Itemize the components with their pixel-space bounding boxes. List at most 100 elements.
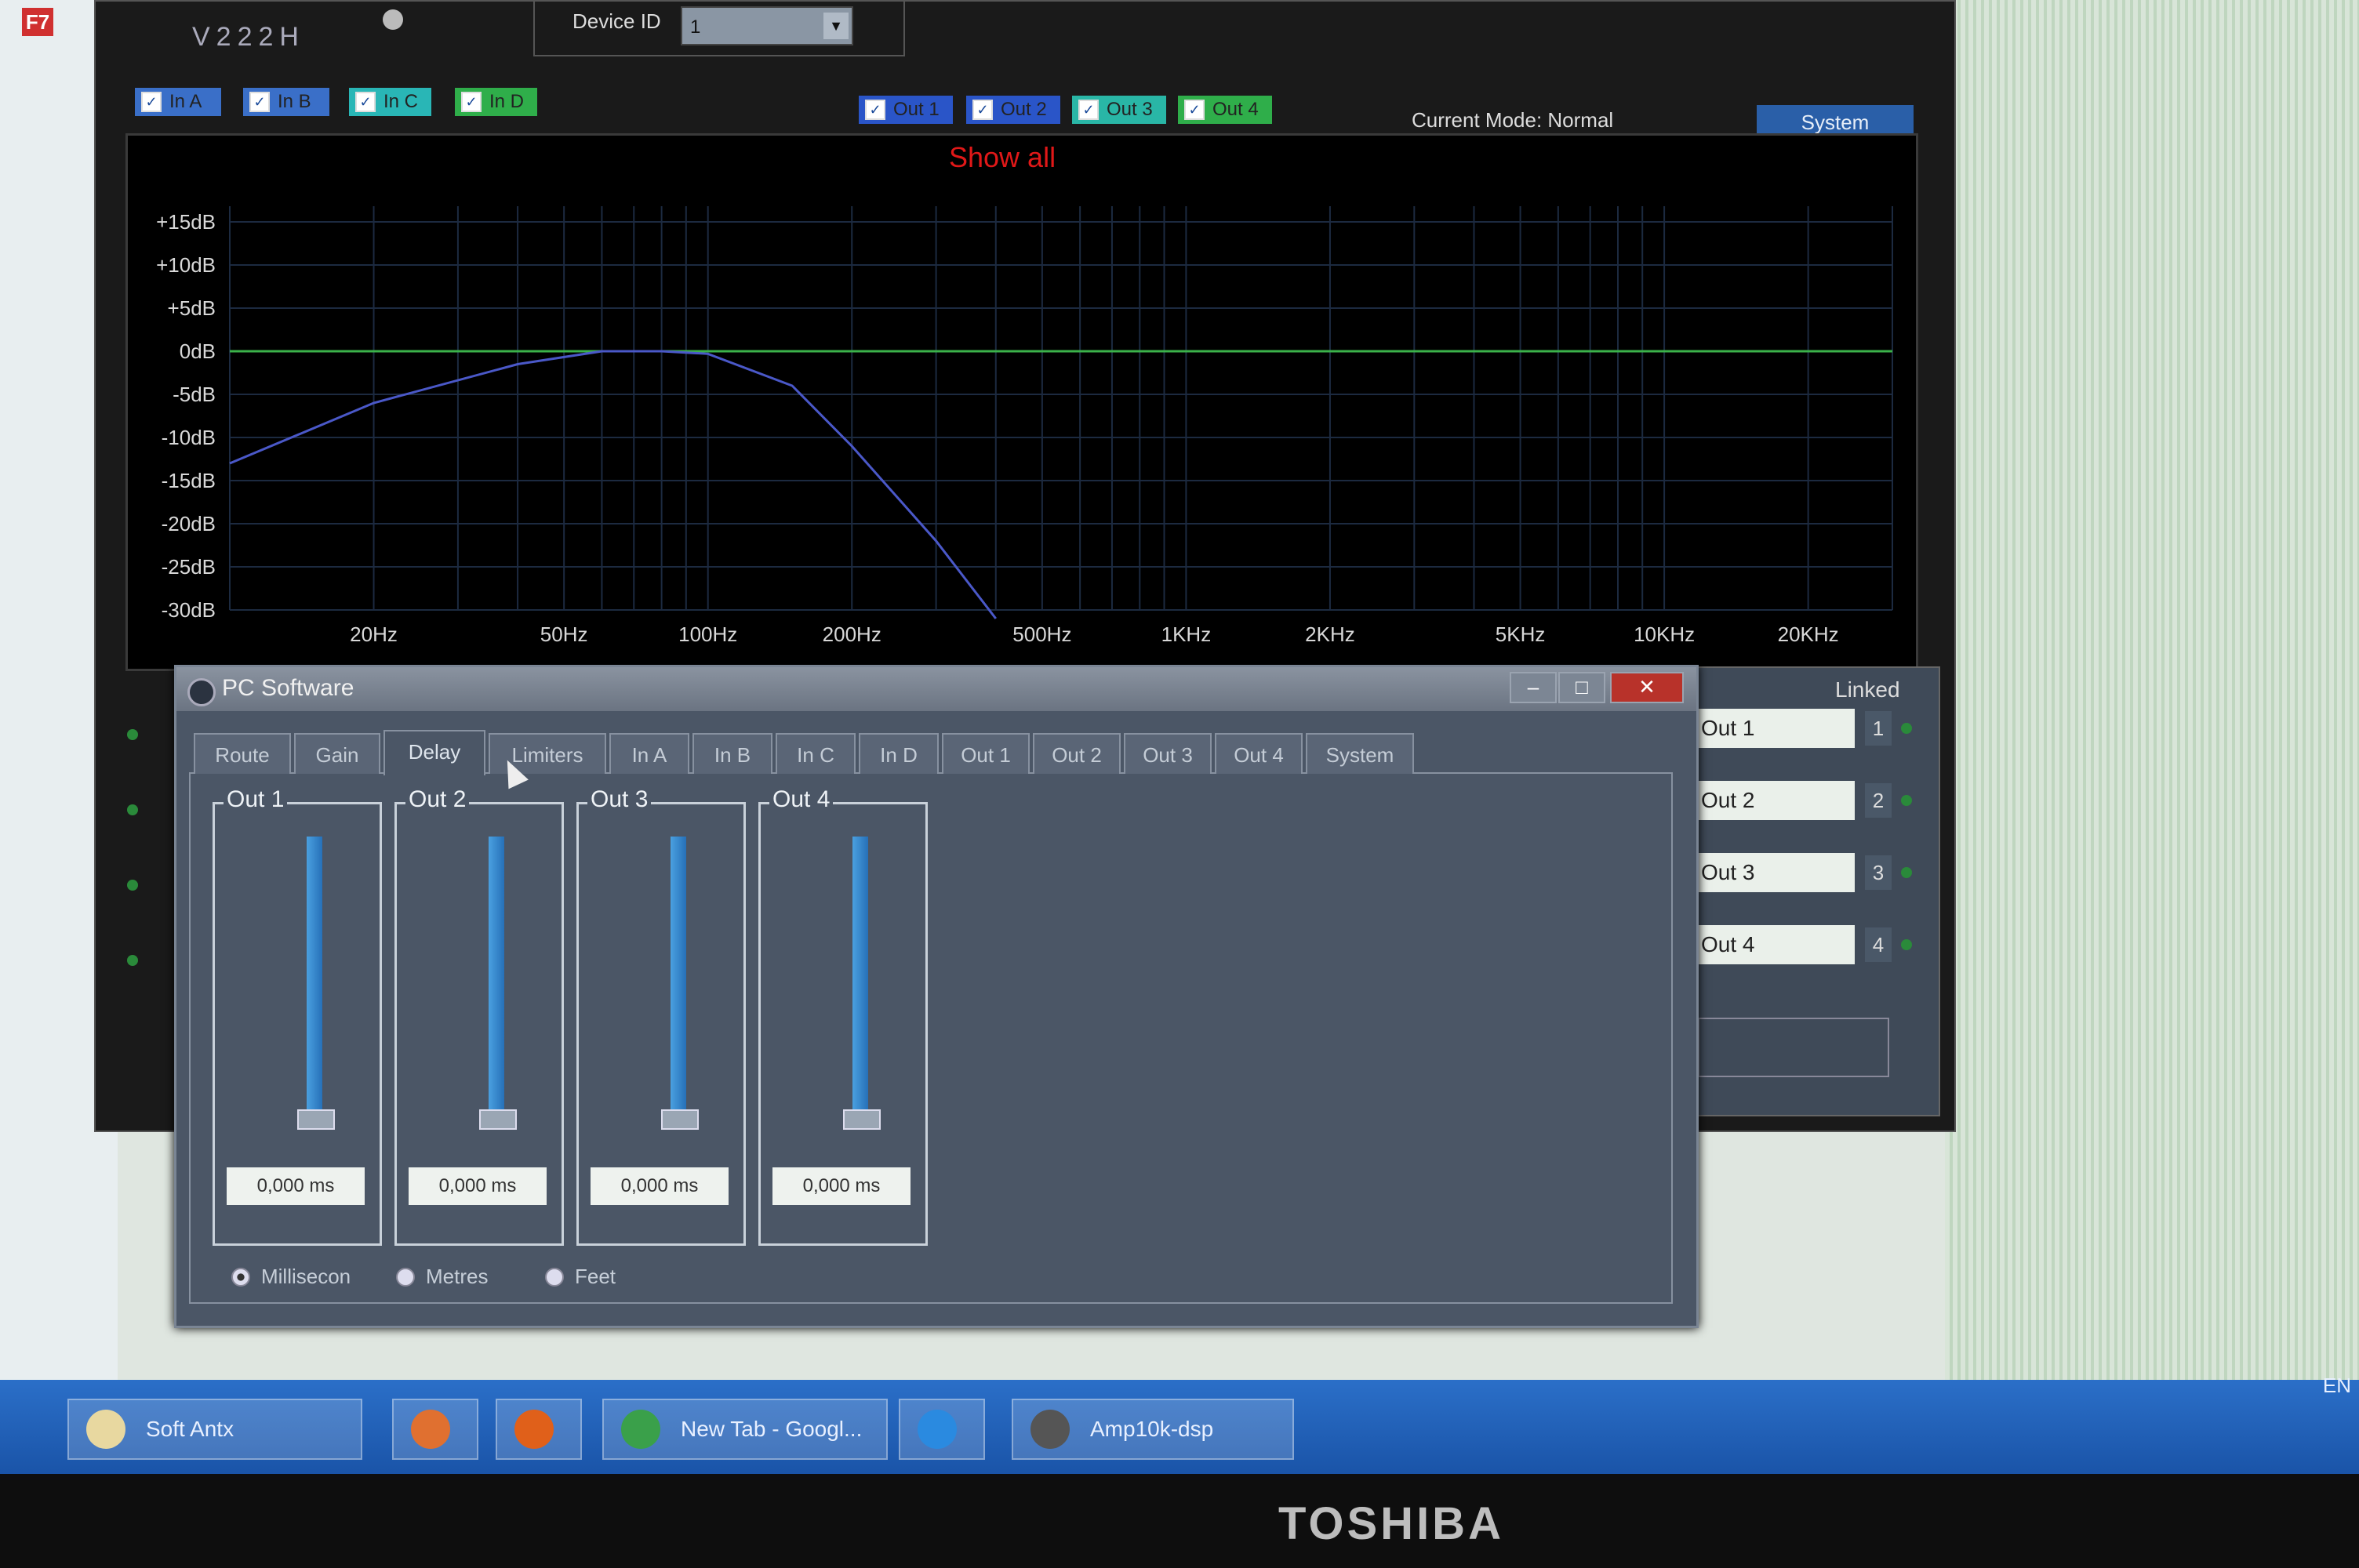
checkbox-icon[interactable]: ✓ — [355, 92, 376, 112]
input-checkbox-2[interactable]: ✓ In B — [243, 88, 329, 116]
close-button[interactable]: ✕ — [1610, 672, 1684, 703]
linked-output-number[interactable]: 3 — [1865, 855, 1892, 890]
tab-system[interactable]: System — [1306, 733, 1414, 774]
output-checkbox-1[interactable]: ✓ Out 1 — [859, 96, 953, 124]
tab-in-c[interactable]: In C — [776, 733, 856, 774]
x-tick-label: 5KHz — [1496, 622, 1546, 646]
tab-in-a[interactable]: In A — [609, 733, 689, 774]
linked-output-field[interactable]: Out 2 — [1698, 781, 1855, 820]
f7-icon[interactable]: F7 — [22, 8, 53, 36]
linked-output-field[interactable]: Out 4 — [1698, 925, 1855, 964]
channel-status-icon — [127, 804, 138, 815]
taskbar-item-2[interactable] — [392, 1399, 478, 1460]
taskbar-item-1[interactable]: Soft Antx — [67, 1399, 362, 1460]
delay-slider-thumb[interactable] — [843, 1109, 881, 1130]
input-checkbox-4[interactable]: ✓ In D — [455, 88, 537, 116]
taskbar-item-5[interactable] — [899, 1399, 985, 1460]
link-status-icon — [1901, 723, 1912, 734]
checkbox-icon[interactable]: ✓ — [972, 100, 993, 120]
checkbox-icon[interactable]: ✓ — [1184, 100, 1205, 120]
checkbox-icon[interactable]: ✓ — [141, 92, 162, 112]
folder-icon — [86, 1410, 125, 1449]
tab-in-d[interactable]: In D — [859, 733, 939, 774]
linked-output-number[interactable]: 2 — [1865, 783, 1892, 818]
linked-output-number[interactable]: 4 — [1865, 927, 1892, 962]
media-player-icon — [411, 1410, 450, 1449]
unit-radio-millisecon[interactable]: Millisecon — [231, 1265, 351, 1289]
delay-slider-track[interactable] — [671, 837, 686, 1127]
output-checkbox-4[interactable]: ✓ Out 4 — [1178, 96, 1272, 124]
unit-radio-metres[interactable]: Metres — [396, 1265, 488, 1289]
output-checkbox-label: Out 3 — [1107, 99, 1153, 120]
maximize-button[interactable]: □ — [1558, 672, 1605, 703]
input-checkbox-label: In D — [489, 91, 525, 112]
y-tick-label: -10dB — [162, 426, 216, 449]
radio-icon[interactable] — [231, 1267, 250, 1287]
delay-value-field[interactable]: 0,000 ms — [591, 1167, 729, 1205]
linked-output-number[interactable]: 1 — [1865, 711, 1892, 746]
delay-value-field[interactable]: 0,000 ms — [227, 1167, 365, 1205]
linked-output-field[interactable]: Out 1 — [1698, 709, 1855, 748]
radio-icon[interactable] — [396, 1267, 415, 1287]
channel-status-icon — [127, 880, 138, 891]
output-checkbox-label: Out 4 — [1212, 99, 1259, 120]
taskbar-item-label: New Tab - Googl... — [681, 1417, 863, 1441]
delay-value-field[interactable]: 0,000 ms — [772, 1167, 911, 1205]
x-tick-label: 20KHz — [1778, 622, 1839, 646]
tab-delay[interactable]: Delay — [383, 730, 485, 775]
linked-output-field[interactable]: Out 3 — [1698, 853, 1855, 892]
background-window-right — [1945, 0, 2359, 1380]
x-tick-label: 200Hz — [823, 622, 881, 646]
x-tick-label: 100Hz — [678, 622, 737, 646]
dialog-titlebar[interactable]: PC Software – □ ✕ — [176, 667, 1696, 711]
input-checkbox-1[interactable]: ✓ In A — [135, 88, 221, 116]
tab-out-3[interactable]: Out 3 — [1124, 733, 1212, 774]
unit-radio-feet[interactable]: Feet — [545, 1265, 616, 1289]
checkbox-icon[interactable]: ✓ — [865, 100, 885, 120]
x-tick-label: 20Hz — [350, 622, 398, 646]
checkbox-icon[interactable]: ✓ — [461, 92, 482, 112]
input-checkbox-label: In B — [278, 91, 311, 112]
taskbar-item-label: Soft Antx — [146, 1417, 234, 1441]
delay-value-field[interactable]: 0,000 ms — [409, 1167, 547, 1205]
language-indicator[interactable]: EN — [2323, 1374, 2351, 1398]
checkbox-icon[interactable]: ✓ — [1078, 100, 1099, 120]
delay-slider-track[interactable] — [489, 837, 504, 1127]
delay-slider-thumb[interactable] — [661, 1109, 699, 1130]
x-tick-label: 50Hz — [540, 622, 588, 646]
delay-slider-thumb[interactable] — [479, 1109, 517, 1130]
delay-slider-thumb[interactable] — [297, 1109, 335, 1130]
tab-route[interactable]: Route — [194, 733, 291, 774]
input-checkbox-3[interactable]: ✓ In C — [349, 88, 431, 116]
checkbox-icon[interactable]: ✓ — [249, 92, 270, 112]
y-tick-label: -30dB — [162, 598, 216, 622]
tab-out-1[interactable]: Out 1 — [942, 733, 1030, 774]
minimize-button[interactable]: – — [1510, 672, 1557, 703]
internet-explorer-icon — [918, 1410, 957, 1449]
tab-out-2[interactable]: Out 2 — [1033, 733, 1121, 774]
y-tick-label: -25dB — [162, 555, 216, 579]
taskbar-item-3[interactable] — [496, 1399, 582, 1460]
tab-gain[interactable]: Gain — [294, 733, 380, 774]
eq-response-chart: +15dB +10dB +5dB 0dB -5dB -10dB -15dB -20dB -25d… — [125, 133, 1918, 671]
input-checkbox-label: In A — [169, 91, 202, 112]
x-tick-label: 10KHz — [1634, 622, 1695, 646]
device-id-select[interactable]: 1 ▼ — [681, 6, 853, 45]
status-indicator-icon — [383, 9, 403, 30]
tab-out-4[interactable]: Out 4 — [1215, 733, 1303, 774]
output-checkbox-2[interactable]: ✓ Out 2 — [966, 96, 1060, 124]
chevron-down-icon[interactable]: ▼ — [823, 13, 849, 39]
radio-icon[interactable] — [545, 1267, 564, 1287]
show-all-link[interactable]: Show all — [949, 141, 1056, 174]
taskbar-item-6[interactable]: Amp10k-dsp — [1012, 1399, 1294, 1460]
output-checkbox-3[interactable]: ✓ Out 3 — [1072, 96, 1166, 124]
linked-title: Linked — [1835, 677, 1900, 702]
x-tick-label: 1KHz — [1161, 622, 1212, 646]
delay-slider-track[interactable] — [852, 837, 868, 1127]
delay-group-label: Out 2 — [405, 786, 470, 813]
delay-slider-track[interactable] — [307, 837, 322, 1127]
taskbar-item-4[interactable]: New Tab - Googl... — [602, 1399, 888, 1460]
version-label: V222H — [192, 22, 305, 52]
link-status-icon — [1901, 795, 1912, 806]
tab-in-b[interactable]: In B — [692, 733, 772, 774]
